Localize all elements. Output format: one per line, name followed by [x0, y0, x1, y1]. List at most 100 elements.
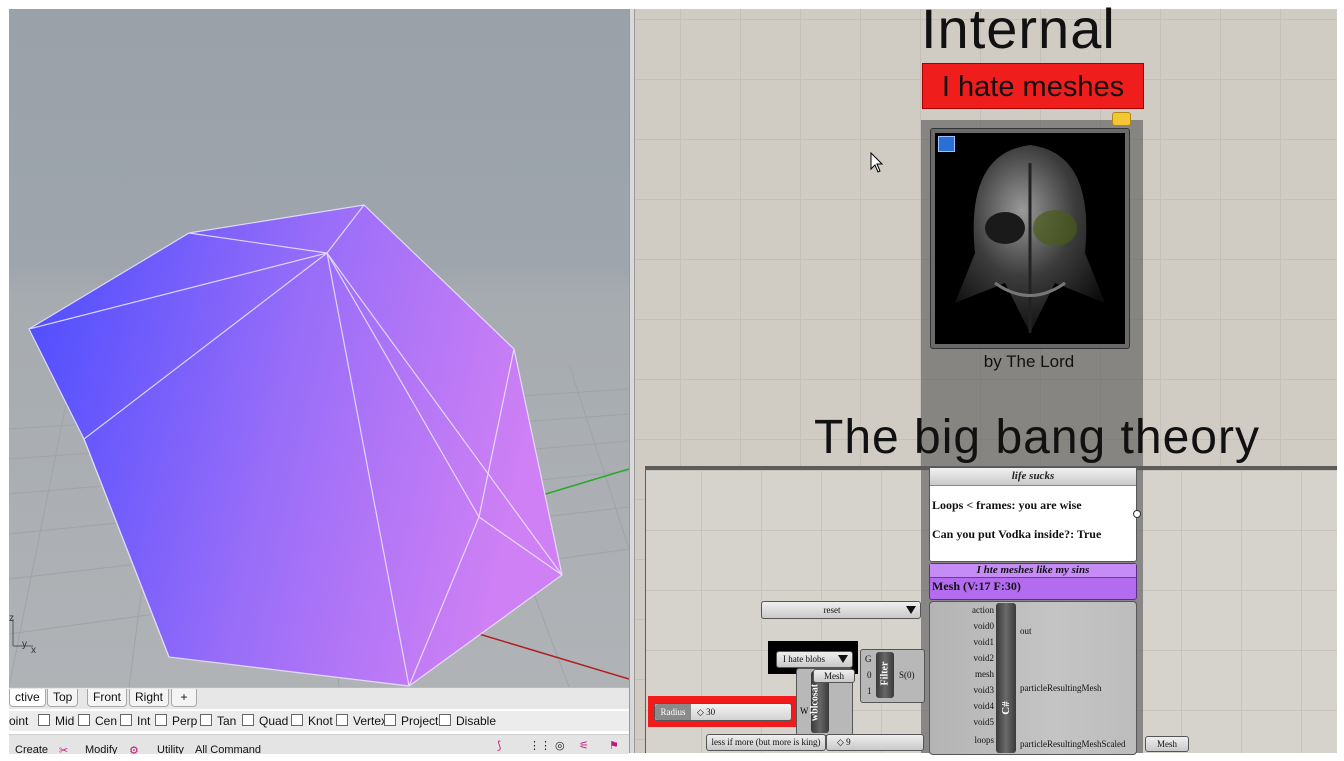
checkbox[interactable]	[200, 714, 212, 726]
rhino-perspective-viewport[interactable]: z y x	[9, 9, 629, 687]
mesh-output-param[interactable]: Mesh	[1145, 736, 1189, 752]
reset-label: reset	[823, 605, 841, 615]
output-particle-mesh[interactable]: particleResultingMesh	[1020, 683, 1101, 693]
input-void3[interactable]: void3	[973, 685, 994, 695]
purple-mesh-object	[28, 204, 563, 687]
output-out[interactable]: out	[1020, 626, 1032, 636]
osnap-bar: oint Mid Cen Int Perp Tan Quad Knot Vert…	[9, 711, 629, 731]
axis-label-y: y	[22, 639, 27, 650]
checkbox[interactable]	[78, 714, 90, 726]
input-void1[interactable]: void1	[973, 637, 994, 647]
input-void5[interactable]: void5	[973, 717, 994, 727]
modify-tab[interactable]: Modify	[85, 744, 117, 754]
osnap-knot[interactable]: Knot	[291, 714, 333, 728]
chevron-down-icon	[906, 606, 916, 614]
checkbox[interactable]	[120, 714, 132, 726]
axis-label-x: x	[31, 645, 36, 656]
filter-input-0[interactable]: 0	[867, 670, 872, 680]
checkbox[interactable]	[155, 714, 167, 726]
panel-line-2: Can you put Vodka inside?: True	[932, 527, 1102, 541]
save-icon[interactable]	[938, 136, 955, 152]
text-panel[interactable]: life sucks Loops < frames: you are wise …	[929, 467, 1137, 562]
tab-right[interactable]: Right	[129, 689, 170, 707]
output-grip[interactable]	[1133, 510, 1141, 518]
tool-icon-1[interactable]: ⟆	[497, 739, 501, 752]
helmet-image	[935, 133, 1125, 344]
mesh-param-title: I hte meshes like my sins	[930, 564, 1136, 578]
checkbox[interactable]	[336, 714, 348, 726]
checkbox[interactable]	[384, 714, 396, 726]
chevron-down-icon	[838, 655, 848, 663]
image-panel[interactable]	[930, 128, 1130, 349]
input-void2[interactable]: void2	[973, 653, 994, 663]
osnap-vertex[interactable]: Vertex	[336, 714, 387, 728]
filter-label: Filter	[879, 661, 891, 686]
utility-tab[interactable]: Utility	[157, 744, 184, 754]
tab-top[interactable]: Top	[47, 689, 79, 707]
input-void0[interactable]: void0	[973, 621, 994, 631]
viewport-scene: z y x	[9, 204, 629, 687]
axis-label-z: z	[9, 613, 14, 624]
create-tab[interactable]: Create	[15, 744, 48, 754]
filter-output[interactable]: S(0)	[899, 670, 915, 680]
viewport-tabs-bar: ctive Top Front Right +	[9, 687, 629, 709]
image-caption: by The Lord	[983, 352, 1075, 371]
blobs-label: I hate blobs	[783, 654, 825, 664]
csharp-label: C#	[1000, 701, 1012, 715]
mesh-tag[interactable]: Mesh	[813, 669, 855, 683]
array-tool-icon[interactable]: ⚟	[579, 739, 589, 752]
scribble-big-bang: The big bang theory	[814, 411, 1260, 464]
reset-button[interactable]: reset	[761, 601, 921, 619]
scribble-internal: Internal	[921, 0, 1116, 60]
input-void4[interactable]: void4	[973, 701, 994, 711]
checkbox[interactable]	[242, 714, 254, 726]
mesh-output-label: Mesh	[1157, 739, 1177, 749]
wbl-input-w[interactable]: W	[800, 706, 809, 716]
blobs-value-list[interactable]: I hate blobs	[776, 651, 853, 668]
add-viewport-tab-button[interactable]: +	[171, 689, 197, 707]
filter-input-1[interactable]: 1	[867, 686, 872, 696]
output-particle-mesh-scaled[interactable]: particleResultingMeshScaled	[1020, 739, 1125, 749]
loops-slider-value: ◇ 9	[837, 737, 851, 747]
osnap-mid[interactable]: Mid	[38, 714, 74, 728]
osnap-tan[interactable]: Tan	[200, 714, 236, 728]
osnap-project[interactable]: Project	[384, 714, 438, 728]
panel-title: life sucks	[930, 468, 1136, 486]
tab-front[interactable]: Front	[87, 689, 128, 707]
loops-slider[interactable]: ◇ 9	[826, 734, 924, 751]
osnap-perp[interactable]: Perp	[155, 714, 197, 728]
csharp-script-component[interactable]: action void0 void1 void2 mesh void3 void…	[929, 601, 1137, 755]
flag-tool-icon[interactable]: ⚑	[609, 739, 619, 752]
loops-slider-text: less if more (but more is king)	[711, 737, 821, 747]
message-bubble-icon[interactable]	[1112, 112, 1131, 126]
input-mesh[interactable]: mesh	[975, 669, 994, 679]
csharp-component-bar	[996, 603, 1016, 753]
circle-tool-icon[interactable]: ◎	[555, 739, 565, 752]
panel-line-1: Loops < frames: you are wise	[932, 498, 1082, 512]
checkbox[interactable]	[38, 714, 50, 726]
filter-component[interactable]: G 0 1 Filter S(0)	[860, 649, 925, 703]
modify-icon[interactable]: ✂	[59, 744, 68, 754]
mesh-parameter[interactable]: I hte meshes like my sins Mesh (V:17 F:3…	[929, 563, 1137, 600]
mouse-cursor-icon	[870, 151, 884, 179]
osnap-point[interactable]: oint	[9, 714, 28, 728]
osnap-int[interactable]: Int	[120, 714, 150, 728]
grid-tool-icon[interactable]: ⋮⋮	[529, 739, 551, 752]
input-loops[interactable]: loops	[974, 735, 994, 745]
osnap-disable[interactable]: Disable	[439, 714, 496, 728]
osnap-cen[interactable]: Cen	[78, 714, 117, 728]
utility-icon[interactable]: ⚙	[129, 744, 139, 754]
tab-perspective[interactable]: ctive	[9, 689, 46, 707]
checkbox[interactable]	[439, 714, 451, 726]
filter-input-g[interactable]: G	[865, 654, 872, 664]
scribble-banner: I hate meshes	[922, 63, 1144, 109]
radius-label: Radius	[655, 704, 691, 720]
loops-slider-label[interactable]: less if more (but more is king)	[706, 734, 826, 751]
command-toolbar: Create ✂ Modify ⚙ Utility All Command ⟆ …	[9, 734, 629, 754]
input-action[interactable]: action	[972, 605, 994, 615]
mesh-param-value: Mesh (V:17 F:30)	[932, 579, 1021, 593]
radius-slider[interactable]: Radius ◇ 30	[654, 703, 792, 721]
osnap-quad[interactable]: Quad	[242, 714, 288, 728]
checkbox[interactable]	[291, 714, 303, 726]
all-command-tab[interactable]: All Command	[195, 744, 261, 754]
